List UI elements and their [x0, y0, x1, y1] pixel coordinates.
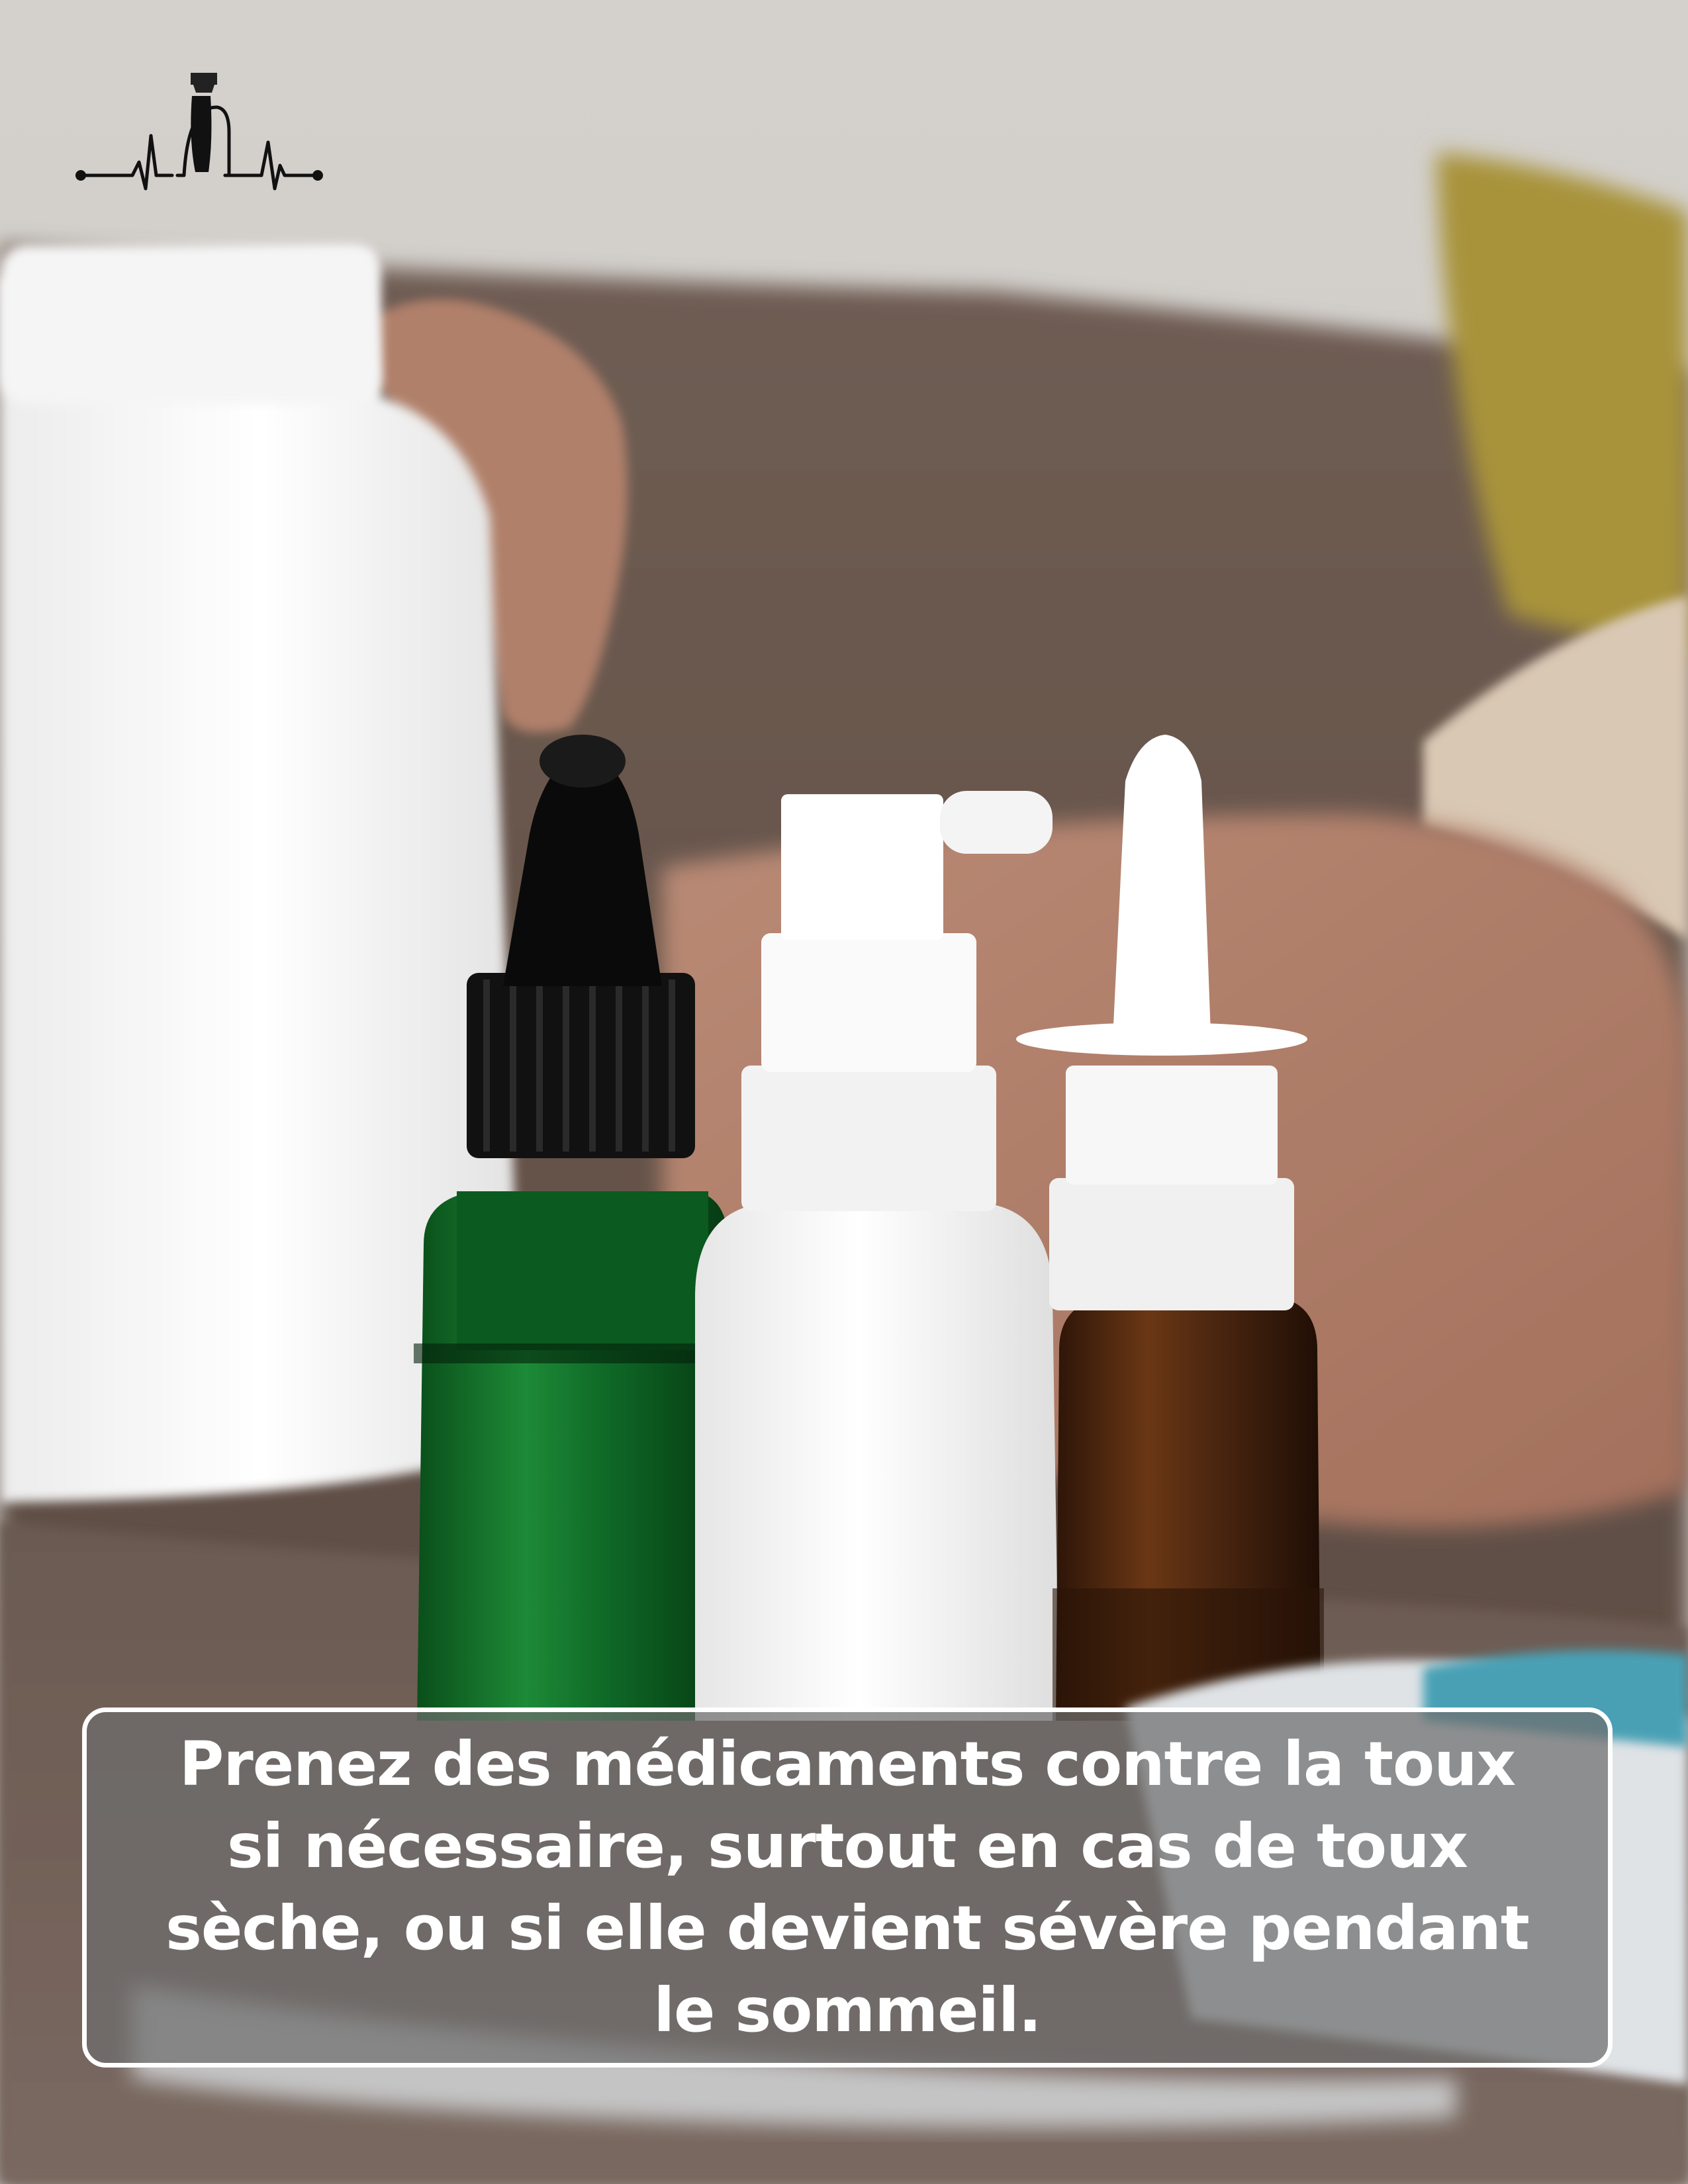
- heartbeat-figure-logo-icon: [75, 73, 323, 191]
- slide: Prenez des médicaments contre la toux si…: [0, 0, 1688, 2184]
- caption-box: Prenez des médicaments contre la toux si…: [82, 1707, 1613, 2068]
- caption-text: Prenez des médicaments contre la toux si…: [165, 1729, 1530, 2046]
